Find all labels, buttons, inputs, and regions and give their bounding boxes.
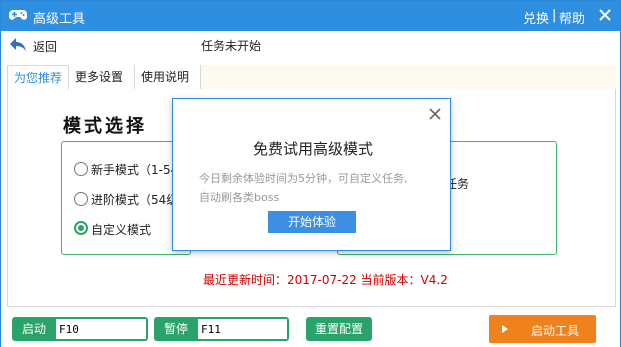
close-icon[interactable] xyxy=(597,7,613,23)
start-trial-button[interactable]: 开始体验 xyxy=(268,211,356,233)
help-link[interactable]: 帮助 xyxy=(559,8,585,27)
launch-tool-button[interactable]: 启动工具 xyxy=(489,315,596,343)
radio-custom-label[interactable]: 自定义模式 xyxy=(91,221,151,238)
start-hotkey-label[interactable]: 启动 xyxy=(12,317,56,341)
play-icon xyxy=(502,325,508,333)
gamepad-icon xyxy=(9,8,27,25)
window-title: 高级工具 xyxy=(33,12,86,27)
back-arrow-icon[interactable] xyxy=(9,37,27,56)
tab-instructions[interactable]: 使用说明 xyxy=(135,65,201,89)
pause-hotkey-group: 暂停 xyxy=(154,317,289,341)
tab-recommend[interactable]: 为您推荐 xyxy=(7,65,69,89)
start-hotkey-input[interactable] xyxy=(56,319,146,339)
update-info: 最近更新时间：2017-07-22 当前版本：V4.2 xyxy=(203,273,448,287)
popup-title: 免费试用高级模式 xyxy=(253,140,374,158)
tab-more-settings[interactable]: 更多设置 xyxy=(69,65,135,89)
trial-popup: 免费试用高级模式 今日剩余体验时间为5分钟，可自定义任务, 自动刷各类boss … xyxy=(172,98,451,251)
launch-tool-label: 启动工具 xyxy=(531,324,580,338)
popup-description-line1: 今日剩余体验时间为5分钟，可自定义任务, xyxy=(199,172,408,185)
title-separator: | xyxy=(552,8,557,23)
radio-novice-label[interactable]: 新手模式（1-54 xyxy=(91,161,178,178)
title-bar: 高级工具 兑换 | 帮助 xyxy=(1,1,620,31)
popup-close-icon[interactable] xyxy=(429,108,441,120)
mode-title: 模式选择 xyxy=(63,116,147,137)
app-window: 高级工具 兑换 | 帮助 返回 任务未开始 为您推荐 更多设置 使用说明 模式选… xyxy=(0,0,621,347)
radio-advanced-mode[interactable] xyxy=(74,192,88,206)
task-status: 任务未开始 xyxy=(201,39,262,53)
reset-config-button[interactable]: 重置配置 xyxy=(306,317,372,341)
back-button[interactable]: 返回 xyxy=(33,38,57,55)
pause-hotkey-input[interactable] xyxy=(198,319,287,339)
radio-novice-mode[interactable] xyxy=(74,162,88,176)
tab-bar: 为您推荐 更多设置 使用说明 xyxy=(7,65,616,90)
radio-custom-mode[interactable] xyxy=(74,221,88,235)
start-hotkey-group: 启动 xyxy=(12,317,148,341)
radio-advanced-label[interactable]: 进阶模式（54级 xyxy=(91,191,178,208)
pause-hotkey-label[interactable]: 暂停 xyxy=(154,317,198,341)
popup-description-line2: 自动刷各类boss xyxy=(199,191,280,204)
toolbar: 返回 任务未开始 xyxy=(1,31,620,61)
redeem-link[interactable]: 兑换 xyxy=(523,8,549,27)
